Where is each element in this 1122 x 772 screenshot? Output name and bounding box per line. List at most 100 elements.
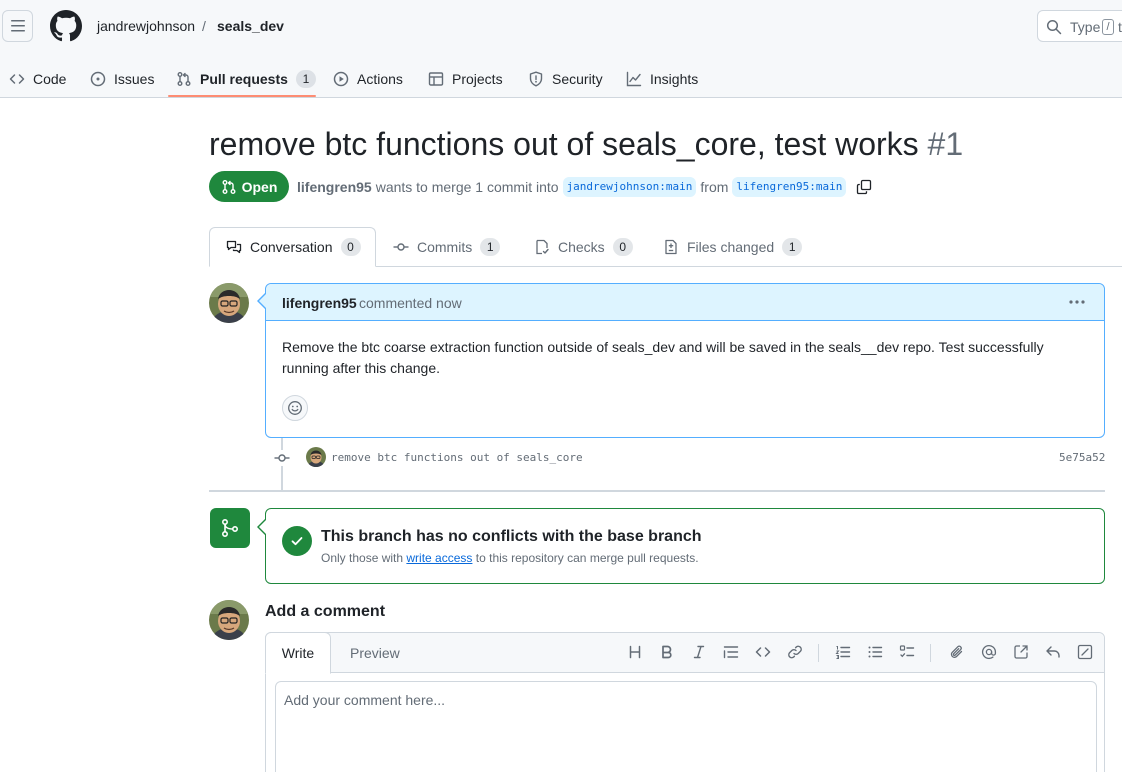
merge-status-icon-box	[210, 508, 250, 548]
tab-commits-count: 1	[480, 238, 501, 256]
italic-button[interactable]	[690, 643, 708, 661]
heading-icon	[629, 645, 641, 659]
pr-state-label: Open	[241, 178, 278, 195]
avatar-image-icon	[306, 447, 326, 467]
comment-discussion-icon	[226, 240, 242, 254]
search-input[interactable]: Type / t	[1037, 10, 1122, 42]
task-list-button[interactable]	[898, 643, 916, 661]
tab-write[interactable]: Write	[265, 632, 331, 674]
pull-requests-count-badge: 1	[295, 70, 316, 88]
reply-icon	[1046, 646, 1060, 658]
pr-merge-text: wants to merge 1 commit into	[375, 179, 559, 195]
toolbar-separator	[930, 644, 931, 662]
pr-title-text: remove btc functions out of seals_core, …	[209, 126, 919, 162]
nav-projects-label: Projects	[452, 71, 503, 87]
kebab-horizontal-icon[interactable]	[1066, 292, 1088, 312]
reference-button[interactable]	[1012, 643, 1030, 661]
tab-preview[interactable]: Preview	[350, 645, 400, 661]
head-branch-label[interactable]: lifengren95:main	[732, 177, 847, 197]
merge-subtitle-after: to this repository can merge pull reques…	[475, 551, 699, 565]
file-diff-icon	[665, 239, 677, 255]
nav-insights[interactable]: Insights	[626, 60, 698, 98]
github-logo-icon[interactable]	[50, 10, 82, 42]
heading-button[interactable]	[626, 643, 644, 661]
check-circle-icon	[282, 526, 312, 556]
attach-button[interactable]	[948, 643, 966, 661]
pr-state-badge: Open	[209, 171, 289, 202]
nav-actions[interactable]: Actions	[333, 60, 403, 98]
breadcrumb-owner[interactable]: jandrewjohnson	[97, 17, 195, 35]
commit-sha-link[interactable]: 5e75a52	[1059, 451, 1105, 465]
list-ordered-icon	[835, 646, 851, 659]
quote-button[interactable]	[722, 643, 740, 661]
write-access-link[interactable]: write access	[406, 551, 472, 565]
breadcrumb-separator: /	[202, 18, 206, 34]
code-button[interactable]	[754, 643, 772, 661]
search-placeholder: Type	[1070, 19, 1101, 35]
nav-issues-label: Issues	[114, 71, 155, 87]
nav-security-label: Security	[552, 71, 603, 87]
comment-editor: Write Preview Add your comment here...	[265, 632, 1105, 772]
smiley-icon	[288, 401, 302, 415]
tab-files-changed[interactable]: Files changed 1	[663, 227, 803, 267]
italic-icon	[693, 645, 705, 659]
issue-opened-icon	[90, 71, 106, 87]
play-icon	[333, 71, 349, 87]
breadcrumb-repo[interactable]: seals_dev	[217, 17, 284, 35]
comment-timestamp[interactable]: commented now	[359, 295, 462, 311]
commit-message-link[interactable]: remove btc functions out of seals_core	[331, 451, 583, 465]
base-branch-label[interactable]: jandrewjohnson:main	[562, 177, 697, 197]
nav-projects[interactable]: Projects	[428, 60, 503, 98]
mention-button[interactable]	[980, 643, 998, 661]
search-icon	[1046, 19, 1062, 35]
comment-card: lifengren95 commented now Remove the btc…	[265, 283, 1105, 438]
current-user-avatar[interactable]	[209, 600, 249, 640]
tab-files-changed-count: 1	[782, 238, 803, 256]
checklist-icon	[536, 239, 549, 255]
mention-icon	[981, 644, 997, 660]
link-icon	[788, 645, 802, 659]
nav-code-label: Code	[33, 71, 67, 87]
merge-status-box: This branch has no conflicts with the ba…	[265, 508, 1105, 584]
tab-conversation-count: 0	[340, 238, 361, 256]
link-button[interactable]	[786, 643, 804, 661]
slash-square-icon	[1077, 644, 1093, 660]
tab-commits[interactable]: Commits 1	[393, 227, 501, 267]
commenter-avatar[interactable]	[209, 283, 249, 323]
toolbar-separator	[818, 644, 819, 662]
editor-toolbar: Write Preview	[265, 632, 1104, 674]
nav-pull-requests[interactable]: Pull requests 1	[176, 60, 316, 98]
nav-code[interactable]: Code	[9, 60, 66, 98]
shield-icon	[529, 71, 543, 87]
tab-checks-label: Checks	[558, 239, 605, 255]
comment-textarea[interactable]: Add your comment here...	[275, 681, 1097, 772]
tab-checks[interactable]: Checks 0	[534, 227, 633, 267]
table-icon	[428, 72, 444, 86]
search-shortcut-key: /	[1102, 19, 1114, 35]
comment-body: Remove the btc coarse extraction functio…	[282, 339, 1044, 376]
nav-issues[interactable]: Issues	[90, 60, 154, 98]
bold-button[interactable]	[658, 643, 676, 661]
menu-button[interactable]	[2, 10, 33, 42]
git-pull-request-icon	[177, 72, 191, 86]
tab-files-changed-label: Files changed	[687, 239, 775, 255]
ordered-list-button[interactable]	[834, 643, 852, 661]
avatar-image-icon	[209, 600, 249, 640]
add-comment-title: Add a comment	[265, 603, 386, 620]
copy-icon[interactable]	[856, 179, 872, 195]
comment-author-link[interactable]: lifengren95	[282, 295, 357, 311]
comment-caret-fill	[258, 294, 266, 308]
nav-actions-label: Actions	[357, 71, 403, 87]
unordered-list-button[interactable]	[866, 643, 884, 661]
reply-button[interactable]	[1044, 643, 1062, 661]
pr-from-text: from	[700, 179, 729, 195]
nav-security[interactable]: Security	[528, 60, 603, 98]
pr-author-link[interactable]: lifengren95	[297, 178, 372, 196]
graph-icon	[626, 71, 642, 87]
add-reaction-button[interactable]	[282, 395, 308, 421]
slash-commands-button[interactable]	[1076, 643, 1094, 661]
avatar-image-icon	[209, 283, 249, 323]
commit-author-avatar[interactable]	[306, 447, 326, 467]
git-pull-request-icon	[222, 179, 236, 194]
tab-conversation[interactable]: Conversation 0	[209, 227, 376, 267]
